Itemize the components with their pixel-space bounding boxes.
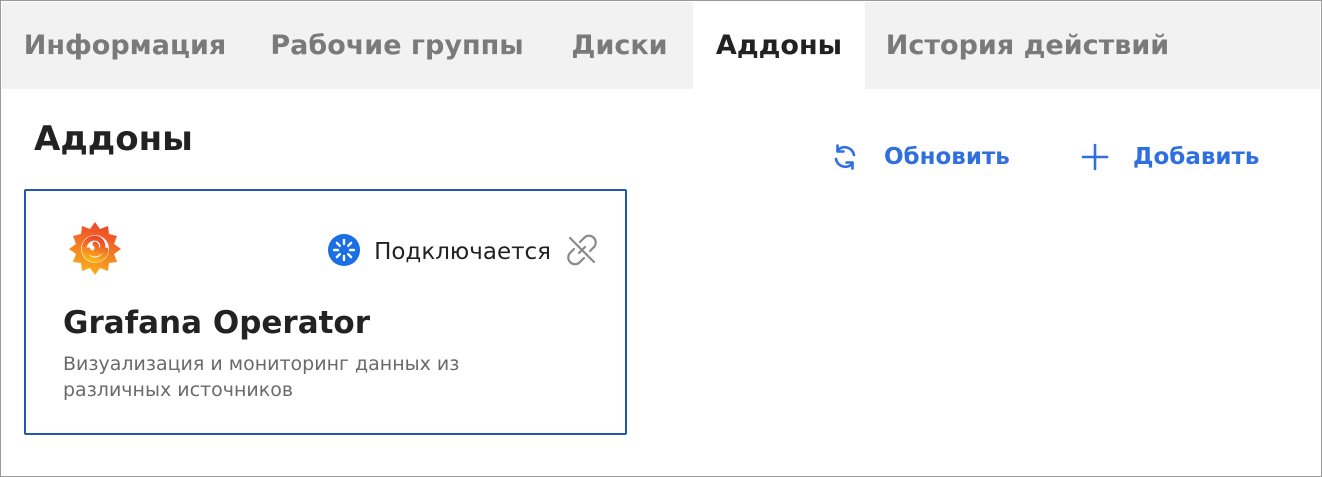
status-label: Подключается bbox=[374, 239, 551, 265]
refresh-button[interactable]: Обновить bbox=[830, 137, 1010, 177]
addon-card[interactable]: Подключается Grafana Operator Визуализац… bbox=[24, 189, 627, 435]
tab-addons[interactable]: Аддоны bbox=[693, 2, 865, 89]
tab-bar: Информация Рабочие группы Диски Аддоны И… bbox=[2, 2, 1320, 89]
tab-worker-groups[interactable]: Рабочие группы bbox=[248, 2, 546, 89]
add-label: Добавить bbox=[1133, 144, 1260, 170]
addon-status: Подключается bbox=[328, 233, 599, 271]
grafana-logo-icon bbox=[64, 217, 126, 279]
addon-name: Grafana Operator bbox=[63, 305, 371, 341]
tab-information[interactable]: Информация bbox=[2, 2, 248, 89]
tab-disks[interactable]: Диски bbox=[546, 2, 693, 89]
unlink-icon[interactable] bbox=[565, 233, 599, 271]
loading-spinner-icon bbox=[328, 234, 361, 270]
addon-description: Визуализация и мониторинг данных из разл… bbox=[63, 353, 460, 401]
plus-icon bbox=[1080, 142, 1110, 172]
refresh-label: Обновить bbox=[884, 144, 1010, 170]
tab-action-history[interactable]: История действий bbox=[865, 2, 1190, 89]
page-title: Аддоны bbox=[34, 119, 193, 159]
addons-panel: Информация Рабочие группы Диски Аддоны И… bbox=[0, 0, 1322, 477]
refresh-icon bbox=[830, 142, 860, 172]
add-button[interactable]: Добавить bbox=[1080, 137, 1259, 177]
